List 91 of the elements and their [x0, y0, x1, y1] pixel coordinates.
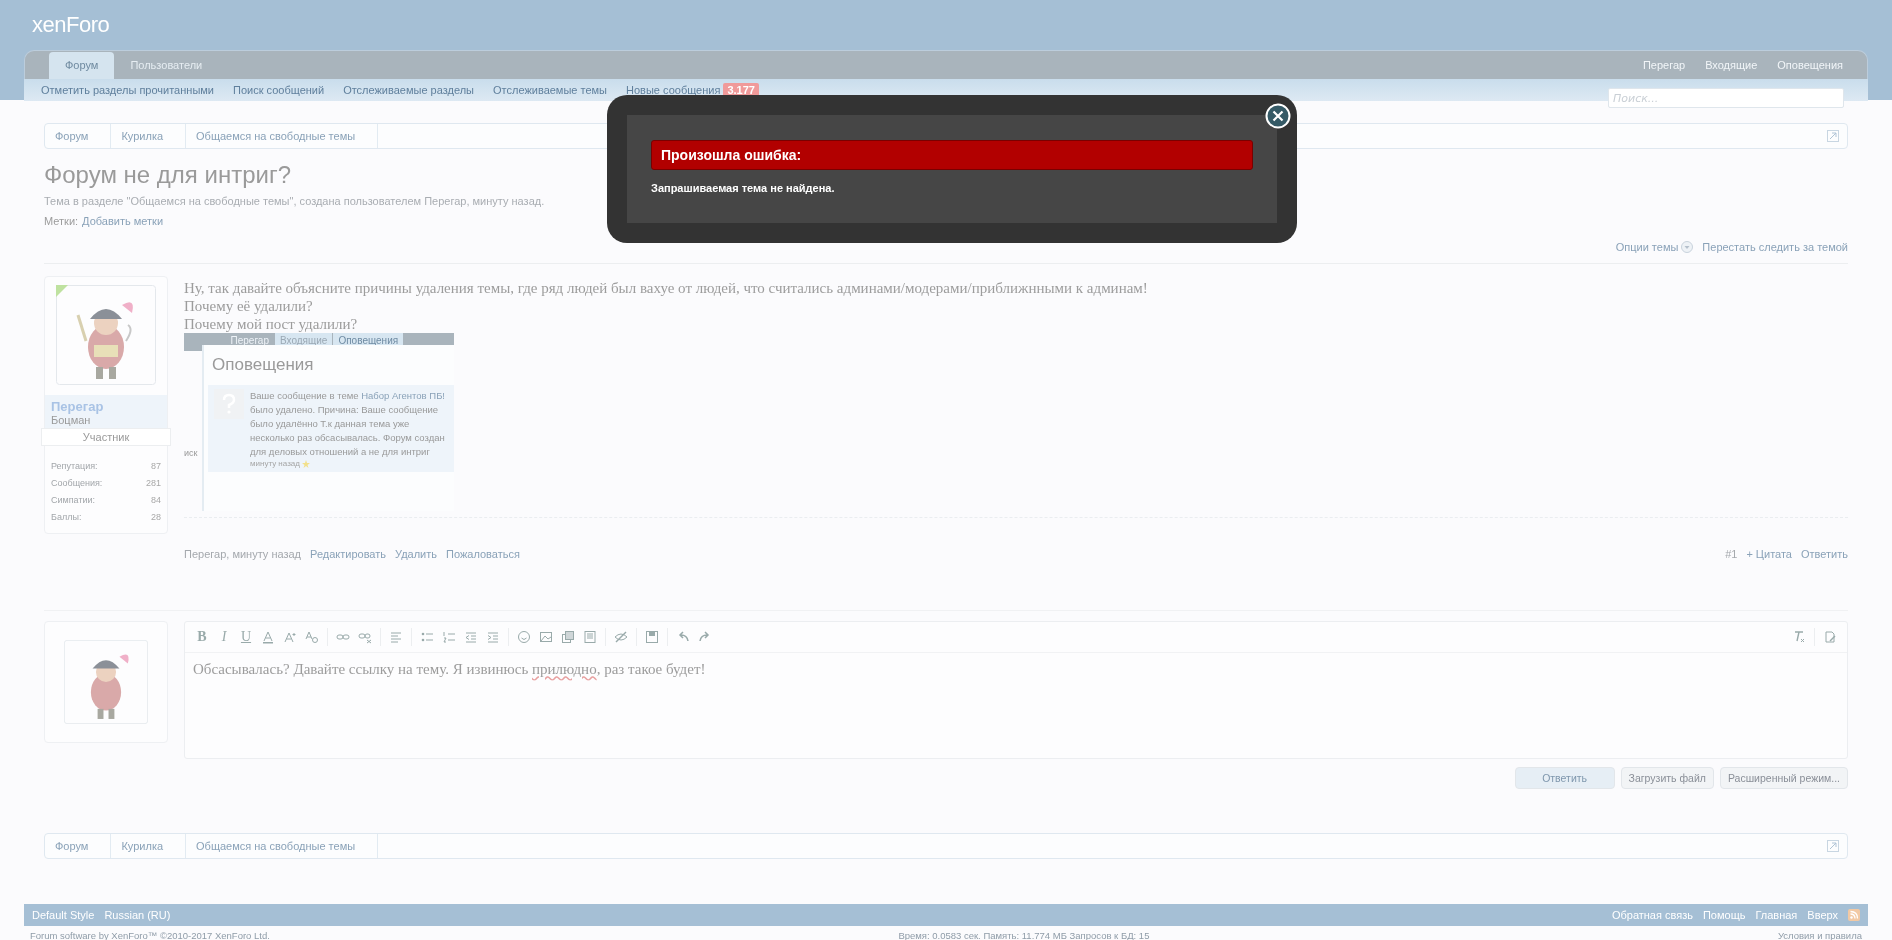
quote-link[interactable]: + Цитата: [1746, 548, 1792, 560]
forum-logo[interactable]: xenForo: [32, 12, 110, 38]
avatar[interactable]: [64, 640, 148, 724]
footer-link[interactable]: Главная: [1755, 909, 1798, 921]
notification-text: Ваше сообщение в теме Набор Агентов ПБ! было удалено. Причина: Ваше сообщение было удалённо Т.к данная тема уже несколько раз обсасывалась. Форум создан для деловых отношений а не для интриг: [250, 389, 446, 459]
message-text: Обсасывалась? Давайте ссылку на тему. Я извинюсь прилюдно, раз такое будет!: [192, 660, 707, 679]
add-tags-link[interactable]: Добавить метки: [82, 215, 164, 227]
footer-link[interactable]: Вверх: [1807, 909, 1838, 921]
breadcrumb-link[interactable]: Форум: [45, 124, 112, 148]
breadcrumb-link[interactable]: Общаемся на свободные темы: [186, 834, 379, 858]
text-color-icon[interactable]: [261, 630, 275, 644]
stat-value: 87: [151, 460, 161, 473]
thread-link[interactable]: Набор Агентов ПБ!: [361, 390, 445, 401]
align-left-icon[interactable]: [389, 630, 403, 644]
message-editor[interactable]: B I U Обсасывалась? Давайте ссылку на тему. Я извинюсь прилюдно, раз такое будет!: [184, 621, 1848, 759]
breadcrumb-link[interactable]: Форум: [45, 834, 112, 858]
error-message: Запрашиваемая тема не найдена.: [651, 182, 836, 194]
post-text-line: Почему мой пост удалили?: [184, 315, 359, 333]
unwatch-link[interactable]: Перестать следить за темой: [1702, 241, 1848, 253]
smiley-icon[interactable]: [517, 630, 531, 644]
editor-button[interactable]: Загрузить файл: [1620, 767, 1714, 789]
unlink-icon[interactable]: [358, 630, 372, 644]
stat-value: 28: [151, 511, 161, 524]
footer-link[interactable]: Помощь: [1702, 909, 1746, 921]
breadcrumb-link[interactable]: Курилка: [111, 834, 187, 858]
redo-icon[interactable]: [698, 630, 712, 644]
popup-heading: Оповещения: [212, 355, 315, 375]
post-action-link[interactable]: Удалить: [395, 548, 438, 560]
sub-nav-link[interactable]: Поиск сообщений: [233, 84, 325, 96]
post-action-link[interactable]: Пожаловаться: [446, 548, 520, 560]
text-fragment: иск: [184, 448, 198, 458]
toggle-editor-icon[interactable]: [1823, 630, 1837, 644]
stat-value: 281: [145, 477, 161, 490]
stat-value: 84: [151, 494, 161, 507]
stat-label: Симпатии:: [51, 494, 96, 507]
footer-link[interactable]: Default Style: [32, 909, 95, 921]
thread-options-link[interactable]: Опции темы: [1615, 241, 1679, 253]
sub-nav-link[interactable]: Новые сообщения: [626, 84, 721, 96]
format-button[interactable]: B: [195, 629, 209, 645]
stat-label: Репутация:: [51, 460, 98, 473]
nav-tab[interactable]: Пользователи: [114, 52, 219, 79]
user-link[interactable]: Перегар: [1642, 59, 1686, 71]
post-number-link[interactable]: #1: [1725, 548, 1738, 560]
close-icon[interactable]: [1265, 103, 1291, 129]
media-icon[interactable]: [561, 630, 575, 644]
breadcrumb-link[interactable]: Курилка: [111, 124, 187, 148]
reply-link[interactable]: Ответить: [1800, 548, 1848, 560]
code-block-icon[interactable]: [583, 630, 597, 644]
post-text-line: Ну, так давайте объясните причины удаления темы, где ряд людей был вахуе от людей, что считались админами/модерами/приближнными к админам!: [184, 279, 1149, 297]
footer-link[interactable]: Обратная связь: [1611, 909, 1693, 921]
editor-button[interactable]: Ответить: [1514, 767, 1615, 789]
format-button[interactable]: I: [217, 629, 231, 645]
jump-icon[interactable]: [1827, 840, 1839, 852]
breadcrumb-link[interactable]: Общаемся на свободные темы: [186, 124, 379, 148]
indent-icon[interactable]: [486, 630, 500, 644]
sub-nav-link[interactable]: Отметить разделы прочитанными: [41, 84, 214, 96]
thread-info: Тема в разделе "Общаемся на свободные темы", создана пользователем Перегар, минуту назад.: [44, 195, 546, 207]
editor-button[interactable]: Расширенный режим...: [1719, 767, 1848, 789]
username-link[interactable]: Перегар: [51, 399, 161, 414]
tags-label: Метки:: [44, 215, 79, 227]
post-meta: Перегар, минуту назад: [184, 548, 302, 560]
image-icon[interactable]: [539, 630, 553, 644]
dropdown-icon[interactable]: [1681, 241, 1694, 253]
stat-label: Сообщения:: [51, 477, 103, 490]
user-link[interactable]: Входящие: [1705, 59, 1758, 71]
sub-nav-link[interactable]: Отслеживаемые темы: [493, 84, 608, 96]
rss-icon[interactable]: [1848, 909, 1860, 921]
numbered-list-icon[interactable]: [442, 630, 456, 644]
format-button[interactable]: U: [239, 629, 253, 645]
save-icon[interactable]: [645, 630, 659, 644]
avatar[interactable]: [56, 285, 156, 385]
jump-icon[interactable]: [1827, 130, 1839, 142]
outdent-icon[interactable]: [464, 630, 478, 644]
user-link[interactable]: Оповещения: [1777, 59, 1843, 71]
user-title: Боцман: [51, 414, 92, 426]
stat-label: Баллы:: [51, 511, 82, 524]
post-text-line: Почему её удалили?: [184, 297, 314, 315]
user-role-banner: Участник: [41, 428, 171, 446]
post-action-link[interactable]: Редактировать: [310, 548, 387, 560]
star-icon: [301, 459, 310, 468]
hide-icon[interactable]: [614, 630, 628, 644]
nav-tab[interactable]: Форум: [49, 52, 115, 79]
footer-link[interactable]: Russian (RU): [104, 909, 171, 921]
font-size-icon[interactable]: [283, 630, 297, 644]
notification-time: минуту назад: [250, 459, 300, 468]
clear-formatting-icon[interactable]: [1792, 630, 1806, 644]
sub-nav-link[interactable]: Отслеживаемые разделы: [343, 84, 475, 96]
font-icon[interactable]: [305, 630, 319, 644]
error-heading: Произошла ошибка:: [651, 140, 1253, 170]
undo-icon[interactable]: [676, 630, 690, 644]
bullet-list-icon[interactable]: [420, 630, 434, 644]
